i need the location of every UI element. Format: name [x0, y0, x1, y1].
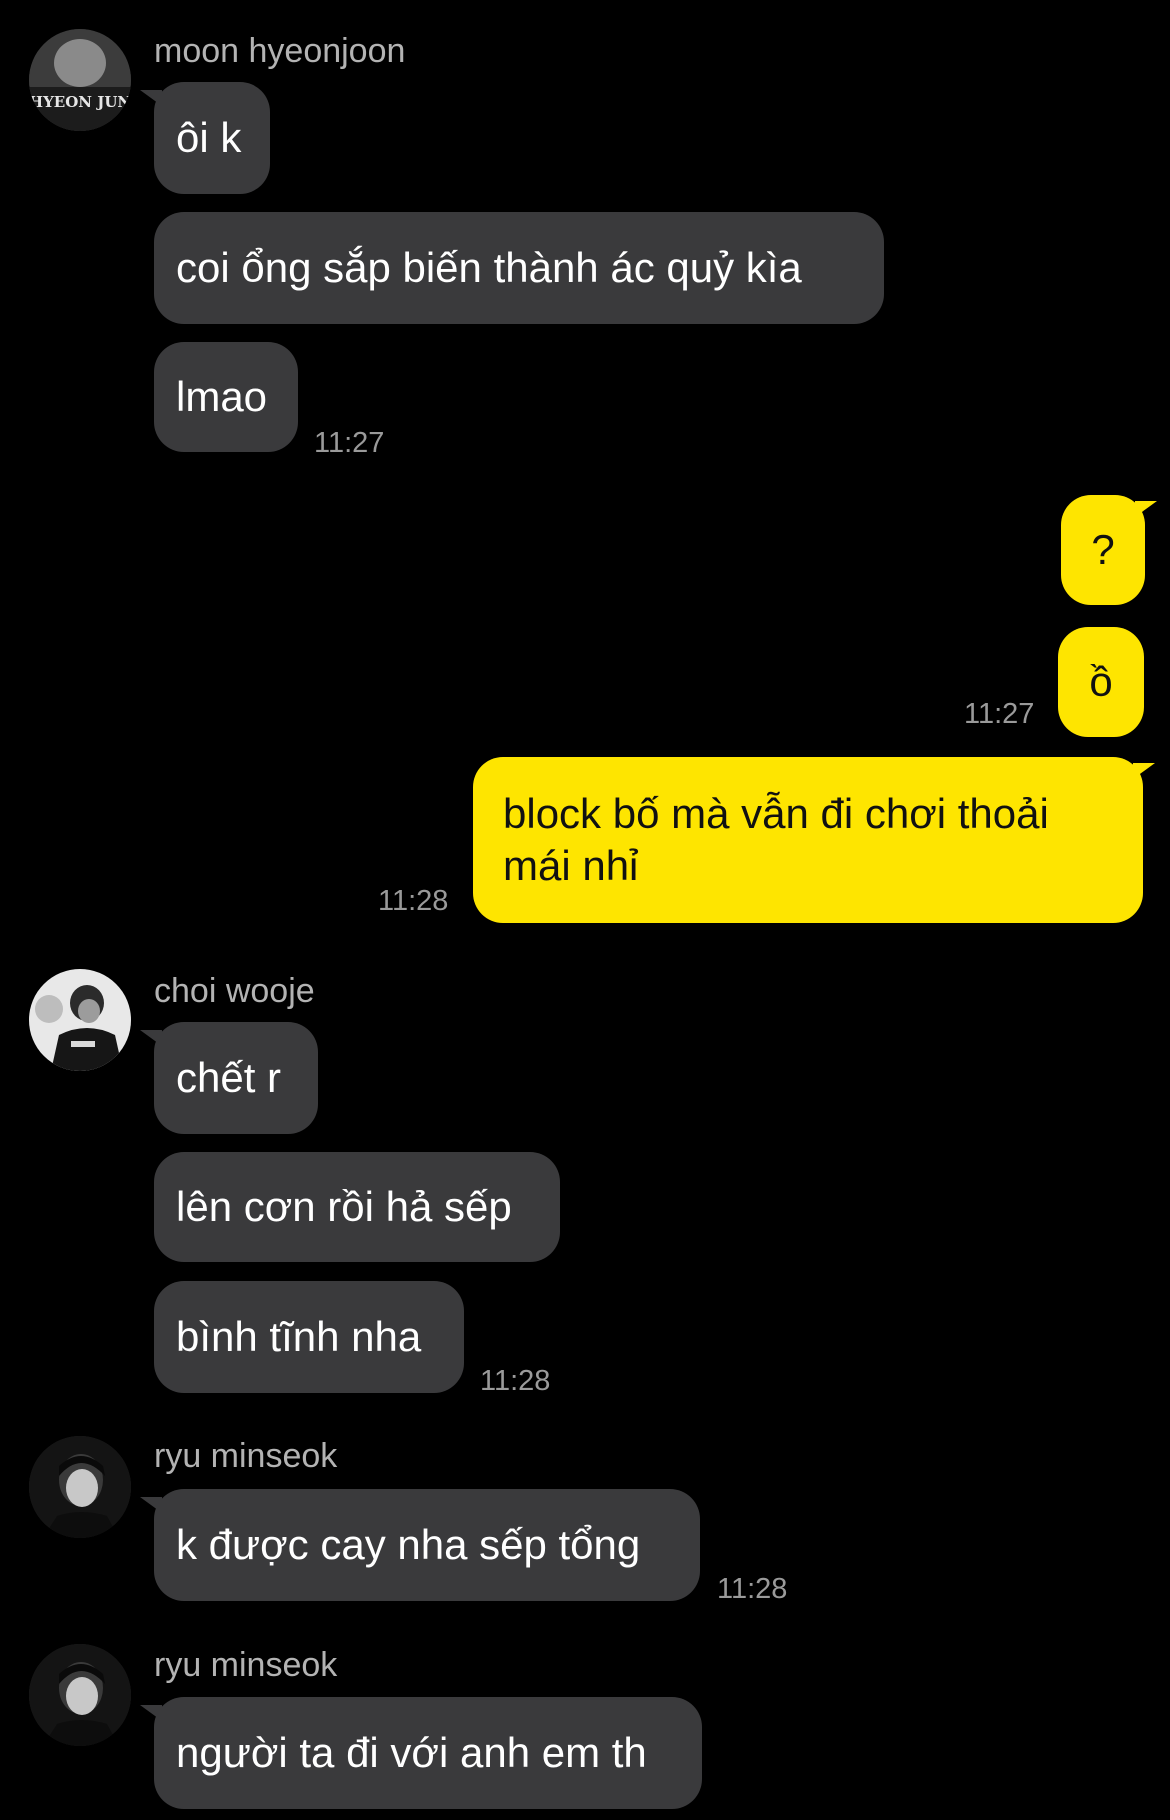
message-bubble-outgoing[interactable]: block bố mà vẫn đi chơi thoải mái nhỉ: [473, 757, 1155, 923]
message-bubble[interactable]: lmao: [154, 342, 298, 452]
message-text: lmao: [176, 373, 268, 420]
sender-name: ryu minseok: [154, 1437, 338, 1475]
avatar-ryu-minseok[interactable]: [29, 1644, 131, 1746]
sender-name: choi wooje: [154, 972, 315, 1010]
message-text: ôi k: [176, 114, 242, 161]
message-bubble[interactable]: người ta đi với anh em th: [140, 1697, 702, 1809]
message-text: chết r: [176, 1054, 282, 1101]
message-bubble[interactable]: lên cơn rồi hả sếp: [154, 1152, 560, 1262]
message-timestamp: 11:27: [314, 427, 385, 459]
message-timestamp: 11:28: [378, 885, 449, 917]
avatar-choi-wooje[interactable]: [29, 969, 131, 1071]
message-bubble[interactable]: chết r: [140, 1022, 318, 1134]
avatar-logo-text: HYEON JUN: [29, 93, 131, 111]
message-timestamp: 11:27: [964, 698, 1035, 730]
message-bubble[interactable]: k được cay nha sếp tổng: [140, 1489, 700, 1601]
sender-name: moon hyeonjoon: [154, 32, 406, 70]
message-bubble-outgoing[interactable]: ?: [1061, 495, 1157, 605]
message-text: k được cay nha sếp tổng: [176, 1521, 641, 1568]
message-bubble-outgoing[interactable]: ồ: [1058, 627, 1144, 737]
message-text: ?: [1091, 526, 1115, 573]
avatar-moon-hyeonjoon[interactable]: HYEON JUN: [29, 29, 131, 131]
sender-name: ryu minseok: [154, 1646, 338, 1684]
message-text: bình tĩnh nha: [176, 1313, 422, 1360]
message-text: người ta đi với anh em th: [176, 1729, 647, 1776]
avatar-ryu-minseok[interactable]: [29, 1436, 131, 1538]
message-text: block bố mà vẫn đi chơi thoải mái nhỉ: [503, 790, 1049, 889]
message-timestamp: 11:28: [717, 1573, 788, 1605]
message-bubble[interactable]: coi ổng sắp biến thành ác quỷ kìa: [154, 212, 884, 324]
message-text: coi ổng sắp biến thành ác quỷ kìa: [176, 244, 802, 291]
message-bubble[interactable]: ôi k: [140, 82, 270, 194]
message-timestamp: 11:28: [480, 1365, 551, 1397]
message-bubble[interactable]: bình tĩnh nha: [154, 1281, 464, 1393]
message-text: lên cơn rồi hả sếp: [176, 1183, 512, 1230]
message-text: ồ: [1089, 658, 1113, 705]
